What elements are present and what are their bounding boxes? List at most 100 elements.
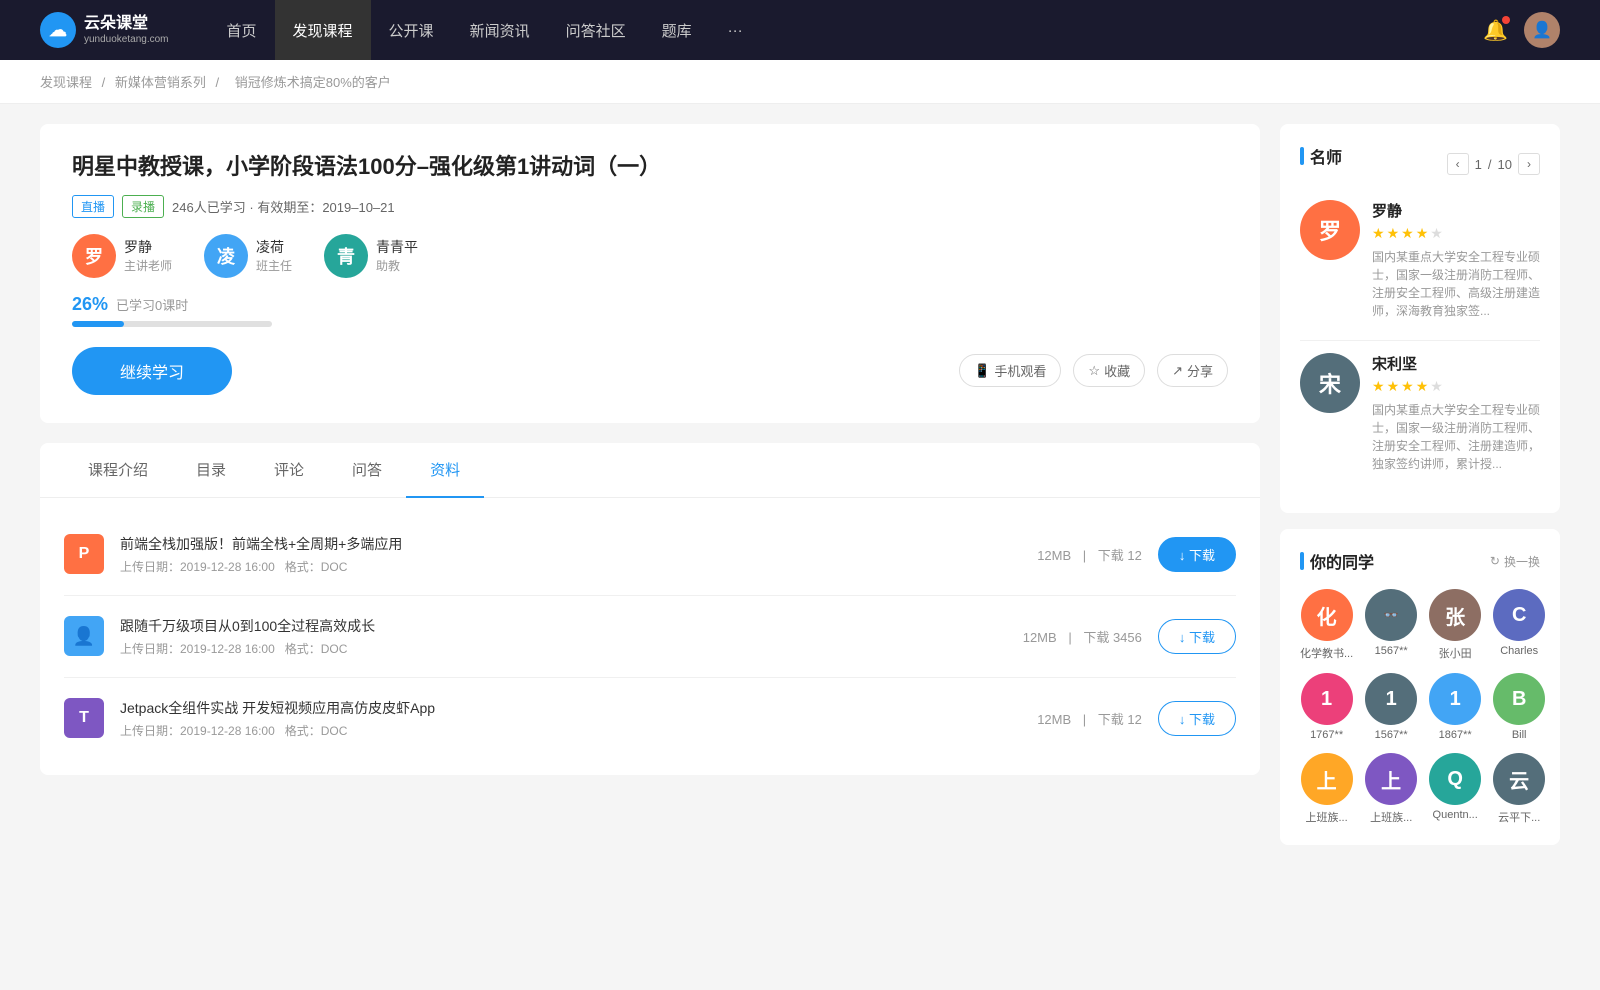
download-button-0[interactable]: ↓ 下载: [1158, 537, 1236, 572]
logo[interactable]: ☁ 云朵课堂 yunduoketang.com: [40, 12, 169, 48]
sidebar-teacher-stars-0: ★★★★★: [1372, 225, 1540, 242]
classmate-avatar-1[interactable]: 👓: [1365, 589, 1417, 641]
sidebar-teacher-info-1: 宋利坚 ★★★★★ 国内某重点大学安全工程专业硕士，国家一级注册消防工程师、注册…: [1372, 353, 1540, 473]
tab-catalog[interactable]: 目录: [172, 443, 250, 498]
progress-bar-fill: [72, 321, 124, 327]
breadcrumb: 发现课程 / 新媒体营销系列 / 销冠修炼术搞定80%的客户: [0, 60, 1600, 104]
mobile-watch-button[interactable]: 📱 手机观看: [959, 354, 1061, 387]
tag-live: 直播: [72, 195, 114, 218]
classmate-avatar-4[interactable]: 1: [1301, 673, 1353, 725]
resource-info-2: Jetpack全组件实战 开发短视频应用高仿皮皮虾App 上传日期：2019-1…: [120, 698, 1021, 739]
resource-stats-0: 12MB | 下载 12: [1037, 545, 1142, 564]
nav-item-home[interactable]: 首页: [209, 0, 275, 60]
teacher-item-0: 罗 罗静 主讲老师: [72, 234, 172, 278]
next-page-button[interactable]: ›: [1518, 153, 1540, 175]
sidebar: 名师 ‹ 1 / 10 › 罗 罗静 ★★★★★ 国内某重点: [1280, 124, 1560, 861]
download-button-2[interactable]: ↓ 下载: [1158, 701, 1236, 736]
nav-items: 首页 发现课程 公开课 新闻资讯 问答社区 题库 ···: [209, 0, 1484, 60]
classmate-5: 1 1567**: [1365, 673, 1417, 741]
classmates-title: 你的同学: [1300, 549, 1374, 573]
resource-item-0: P 前端全栈加强版！前端全栈+全周期+多端应用 上传日期：2019-12-28 …: [64, 514, 1236, 596]
continue-study-button[interactable]: 继续学习: [72, 347, 232, 395]
logo-icon: ☁: [40, 12, 76, 48]
notification-bell[interactable]: 🔔: [1483, 18, 1508, 43]
breadcrumb-sep-2: /: [216, 75, 223, 90]
classmate-avatar-9[interactable]: 上: [1365, 753, 1417, 805]
sidebar-teacher-desc-1: 国内某重点大学安全工程专业硕士，国家一级注册消防工程师、注册安全工程师、注册建造…: [1372, 401, 1540, 473]
navbar: ☁ 云朵课堂 yunduoketang.com 首页 发现课程 公开课 新闻资讯…: [0, 0, 1600, 60]
nav-item-more[interactable]: ···: [710, 0, 761, 60]
breadcrumb-link-series[interactable]: 新媒体营销系列: [115, 75, 206, 90]
tab-qa[interactable]: 问答: [328, 443, 406, 498]
course-students: 246人已学习 · 有效期至：2019–10–21: [172, 197, 395, 216]
classmate-6: 1 1867**: [1429, 673, 1481, 741]
course-teachers: 罗 罗静 主讲老师 凌 凌荷 班主任 青 青青平: [72, 234, 1228, 278]
classmate-name-6: 1867**: [1439, 729, 1472, 741]
refresh-button[interactable]: ↻ 换一换: [1490, 553, 1540, 570]
main-content: 明星中教授课，小学阶段语法100分–强化级第1讲动词（一） 直播 录播 246人…: [40, 124, 1260, 861]
classmate-avatar-6[interactable]: 1: [1429, 673, 1481, 725]
nav-item-news[interactable]: 新闻资讯: [452, 0, 548, 60]
nav-item-qa[interactable]: 问答社区: [548, 0, 644, 60]
page-current: 1: [1475, 157, 1482, 172]
tabs-content: P 前端全栈加强版！前端全栈+全周期+多端应用 上传日期：2019-12-28 …: [40, 498, 1260, 775]
classmates-header: 你的同学 ↻ 换一换: [1300, 549, 1540, 573]
classmate-avatar-5[interactable]: 1: [1365, 673, 1417, 725]
classmate-avatar-7[interactable]: B: [1493, 673, 1545, 725]
classmate-7: B Bill: [1493, 673, 1545, 741]
resource-meta-0: 上传日期：2019-12-28 16:00 格式：DOC: [120, 558, 1021, 575]
classmate-avatar-8[interactable]: 上: [1301, 753, 1353, 805]
nav-item-discover[interactable]: 发现课程: [275, 0, 371, 60]
tabs-header: 课程介绍 目录 评论 问答 资料: [40, 443, 1260, 498]
teacher-item-2: 青 青青平 助教: [324, 234, 418, 278]
course-card: 明星中教授课，小学阶段语法100分–强化级第1讲动词（一） 直播 录播 246人…: [40, 124, 1260, 423]
classmate-name-5: 1567**: [1375, 729, 1408, 741]
breadcrumb-link-discover[interactable]: 发现课程: [40, 75, 92, 90]
classmate-name-1: 1567**: [1375, 645, 1408, 657]
nav-item-quiz[interactable]: 题库: [644, 0, 710, 60]
teacher-avatar-1: 凌: [204, 234, 248, 278]
user-avatar[interactable]: 👤: [1524, 12, 1560, 48]
share-button[interactable]: ↗ 分享: [1157, 354, 1228, 387]
tab-resources[interactable]: 资料: [406, 443, 484, 498]
tab-comments[interactable]: 评论: [250, 443, 328, 498]
classmate-8: 上 上班族...: [1300, 753, 1353, 825]
classmate-name-10: Quentn...: [1433, 809, 1478, 821]
classmate-name-3: Charles: [1500, 645, 1538, 657]
tabs-card: 课程介绍 目录 评论 问答 资料 P 前端全栈加强版！前端全栈+全周期+多端应用…: [40, 443, 1260, 775]
prev-page-button[interactable]: ‹: [1447, 153, 1469, 175]
share-icon: ↗: [1172, 363, 1183, 379]
resource-icon-0: P: [64, 534, 104, 574]
teacher-role-1: 班主任: [256, 257, 292, 274]
classmate-name-7: Bill: [1512, 729, 1527, 741]
progress-percent: 26%: [72, 294, 108, 315]
progress-text: 已学习0课时: [116, 295, 188, 314]
course-title: 明星中教授课，小学阶段语法100分–强化级第1讲动词（一）: [72, 152, 1228, 183]
nav-item-public[interactable]: 公开课: [371, 0, 452, 60]
classmate-avatar-11[interactable]: 云: [1493, 753, 1545, 805]
download-button-1[interactable]: ↓ 下载: [1158, 619, 1236, 654]
resource-item-1: 👤 跟随千万级项目从0到100全过程高效成长 上传日期：2019-12-28 1…: [64, 596, 1236, 678]
teachers-pagination: ‹ 1 / 10 ›: [1447, 153, 1540, 175]
classmate-name-9: 上班族...: [1370, 809, 1412, 825]
refresh-icon: ↻: [1490, 554, 1500, 568]
collect-button[interactable]: ☆ 收藏: [1073, 354, 1145, 387]
sidebar-teacher-info-0: 罗静 ★★★★★ 国内某重点大学安全工程专业硕士，国家一级注册消防工程师、注册安…: [1372, 200, 1540, 320]
teacher-info-0: 罗静 主讲老师: [124, 237, 172, 274]
tab-intro[interactable]: 课程介绍: [64, 443, 172, 498]
classmate-avatar-2[interactable]: 张: [1429, 589, 1481, 641]
resource-title-0: 前端全栈加强版！前端全栈+全周期+多端应用: [120, 534, 1021, 554]
resource-title-2: Jetpack全组件实战 开发短视频应用高仿皮皮虾App: [120, 698, 1021, 718]
teacher-avatar-2: 青: [324, 234, 368, 278]
resource-stats-2: 12MB | 下载 12: [1037, 709, 1142, 728]
classmate-avatar-0[interactable]: 化: [1301, 589, 1353, 641]
classmate-name-4: 1767**: [1310, 729, 1343, 741]
classmate-avatar-3[interactable]: C: [1493, 589, 1545, 641]
classmate-avatar-10[interactable]: Q: [1429, 753, 1481, 805]
resource-title-1: 跟随千万级项目从0到100全过程高效成长: [120, 616, 1007, 636]
classmate-name-8: 上班族...: [1306, 809, 1348, 825]
teacher-info-1: 凌荷 班主任: [256, 237, 292, 274]
classmates-grid: 化 化学教书... 👓 1567** 张 张小田 C Charles 1: [1300, 589, 1540, 825]
sidebar-teacher-avatar-1: 宋: [1300, 353, 1360, 413]
notification-dot: [1502, 16, 1510, 24]
